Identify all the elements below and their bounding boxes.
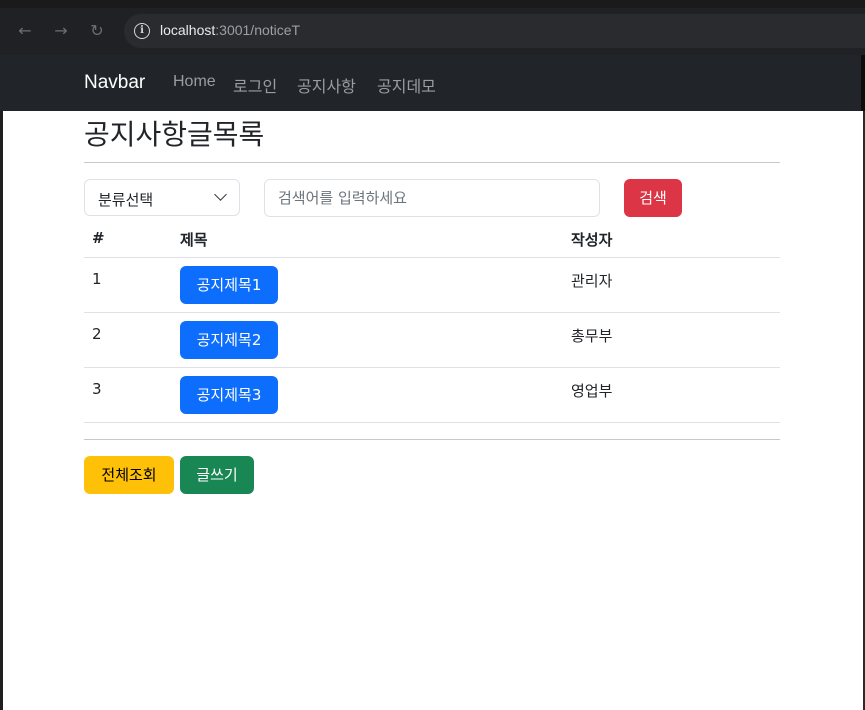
notice-title-button[interactable]: 공지제목3	[180, 376, 278, 414]
view-all-button[interactable]: 전체조회	[84, 456, 174, 494]
row-author: 영업부	[571, 382, 613, 400]
row-author: 관리자	[571, 272, 613, 290]
page-title: 공지사항글목록	[84, 118, 265, 151]
category-select[interactable]: 분류선택	[84, 179, 240, 216]
search-input[interactable]	[264, 179, 600, 217]
url-host: localhost	[160, 22, 216, 38]
arrow-left-icon[interactable]: ←	[14, 20, 36, 42]
search-button[interactable]: 검색	[624, 179, 682, 217]
chevron-down-icon	[214, 188, 227, 201]
browser-toolbar: ← → ↻ i localhost:3001/noticeT	[0, 0, 865, 55]
write-button[interactable]: 글쓰기	[180, 456, 254, 494]
row-divider	[84, 422, 780, 423]
url-text: localhost:3001/noticeT	[160, 22, 300, 38]
divider-top	[84, 162, 780, 163]
left-window-edge	[0, 111, 3, 710]
row-number: 1	[92, 270, 102, 288]
reload-icon[interactable]: ↻	[86, 20, 108, 42]
arrow-right-icon[interactable]: →	[50, 20, 72, 42]
info-icon[interactable]: i	[134, 23, 150, 39]
nav-link-notice-demo[interactable]: 공지데모	[377, 73, 436, 97]
navbar-brand[interactable]: Navbar	[84, 72, 145, 94]
navbar: Navbar Home 로그인 공지사항 공지데모	[0, 55, 865, 111]
column-header-title: 제목	[180, 231, 208, 249]
notice-title-button[interactable]: 공지제목1	[180, 266, 278, 304]
notice-title-button[interactable]: 공지제목2	[180, 321, 278, 359]
url-path: :3001/noticeT	[215, 22, 301, 38]
column-header-number: #	[92, 229, 105, 247]
divider-bottom	[84, 439, 780, 440]
nav-link-login[interactable]: 로그인	[233, 73, 277, 97]
tab-strip	[0, 0, 865, 8]
header-divider	[84, 257, 780, 258]
window-edge	[861, 55, 865, 111]
row-number: 3	[92, 380, 102, 398]
column-header-author: 작성자	[571, 231, 613, 249]
category-select-value: 분류선택	[98, 191, 154, 209]
row-divider	[84, 312, 780, 313]
row-number: 2	[92, 325, 102, 343]
row-author: 총무부	[571, 327, 613, 345]
nav-link-notice[interactable]: 공지사항	[297, 73, 356, 97]
address-bar[interactable]: i localhost:3001/noticeT	[124, 14, 865, 48]
row-divider	[84, 367, 780, 368]
nav-link-home[interactable]: Home	[173, 73, 216, 91]
